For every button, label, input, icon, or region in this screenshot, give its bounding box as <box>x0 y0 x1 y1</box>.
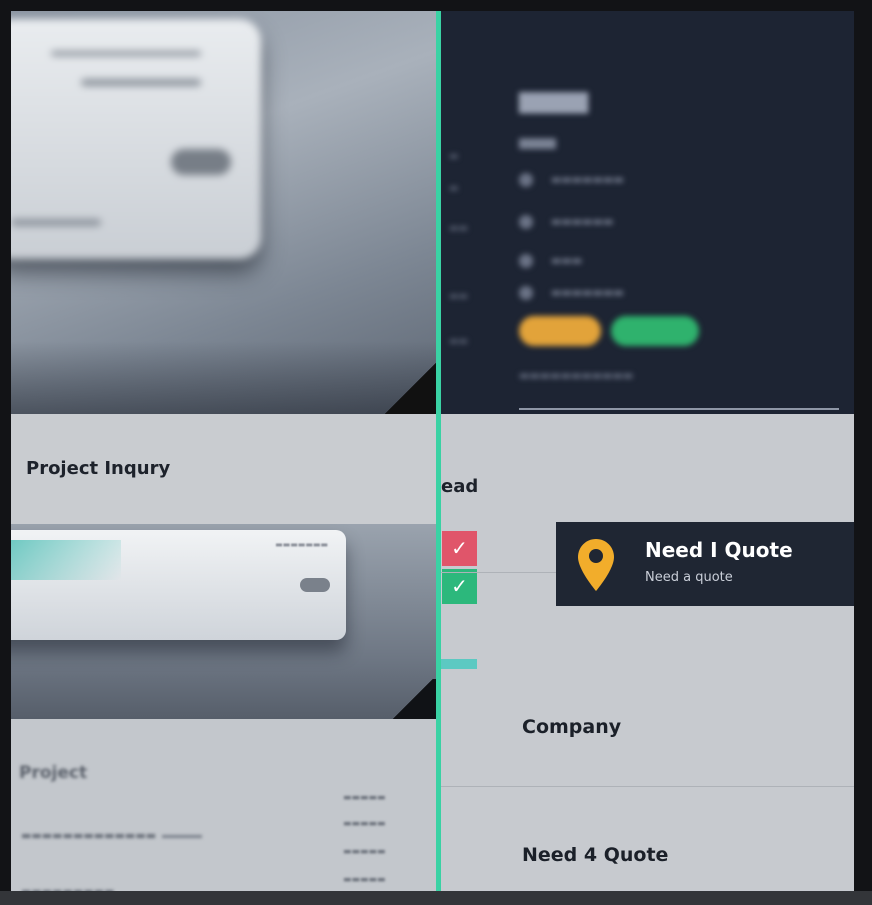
check-icon[interactable]: ✓ <box>442 569 477 604</box>
inquiry-title: Project Inqury <box>26 458 171 479</box>
laptop-photo: ▬▬▬▬▬▬▬ <box>11 524 438 719</box>
form-panel: ead ✓ ✓ Company Need 4 Quote <box>441 414 854 896</box>
device-card-image <box>11 19 261 259</box>
laptop-image: ▬▬▬▬▬▬▬ <box>11 530 346 640</box>
screen-frame: █████ ▆▆▆▆ ▬ ▬ ▬▬ ▬▬ ▬▬ ▬▬▬▬▬▬▬ ▬▬▬▬▬▬ ▬… <box>11 11 854 896</box>
inquiry-header: Project Inqury <box>11 414 438 524</box>
device-photo-top <box>11 11 438 414</box>
need-quote-option[interactable]: Need 4 Quote <box>522 844 668 866</box>
project-title: Project <box>19 763 88 783</box>
blurred-line: ▬▬▬▬▬▬▬▬▬▬▬▬▬ <box>21 829 203 842</box>
blurred-green-button[interactable] <box>611 316 699 346</box>
blurred-orange-button[interactable] <box>519 316 601 346</box>
lead-heading: ead <box>441 476 479 497</box>
blurred-dark-panel: █████ ▆▆▆▆ ▬ ▬ ▬▬ ▬▬ ▬▬ ▬▬▬▬▬▬▬ ▬▬▬▬▬▬ ▬… <box>441 11 854 414</box>
card-subtitle: Need a quote <box>645 570 733 585</box>
vertical-divider <box>436 11 441 896</box>
need-quote-card[interactable]: Need I Quote Need a quote <box>556 522 854 606</box>
project-section: Project ▬▬▬▬▬▬▬▬▬▬▬▬▬ ▬▬▬▬▬ ▬▬▬▬ ▬ ▬▬▬▬ ▬ ▬… <box>11 719 438 896</box>
check-icon[interactable]: ✓ <box>442 531 477 566</box>
card-title: Need I Quote <box>645 538 793 562</box>
map-pin-icon <box>578 539 614 591</box>
company-option[interactable]: Company <box>522 716 621 738</box>
teal-marker <box>441 659 477 669</box>
bottom-bar <box>0 891 872 905</box>
divider <box>441 786 854 787</box>
